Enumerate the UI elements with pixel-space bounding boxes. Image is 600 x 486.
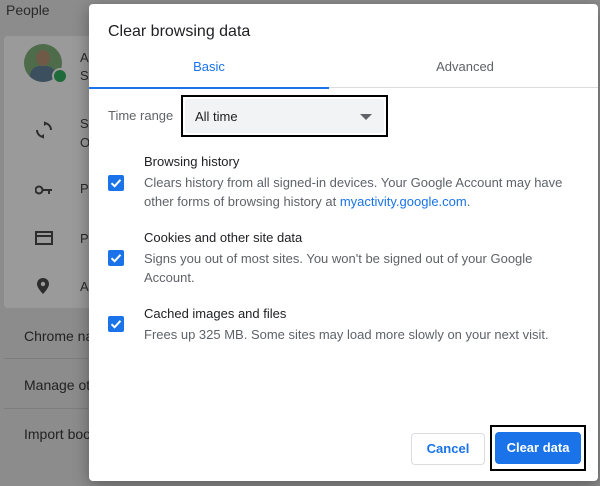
cookies-checkbox[interactable] <box>108 250 124 266</box>
browsing-history-description: Clears history from all signed-in device… <box>144 175 563 209</box>
payments-label-fragment: P <box>80 231 89 246</box>
browsing-history-title: Browsing history <box>144 154 240 169</box>
time-range-highlight: All time <box>181 95 388 137</box>
cancel-button[interactable]: Cancel <box>411 433 485 465</box>
cookies-title: Cookies and other site data <box>144 230 303 245</box>
myactivity-link[interactable]: myactivity.google.com <box>340 194 467 209</box>
manage-people-row: Manage oth <box>24 377 98 393</box>
cookies-description: Signs you out of most sites. You won't b… <box>144 251 533 285</box>
divider <box>4 358 88 359</box>
account-email-fragment: S <box>80 68 89 83</box>
sync-label-fragment: S <box>80 116 89 131</box>
cache-description: Frees up 325 MB. Some sites may load mor… <box>144 327 549 342</box>
credit-card-icon <box>35 231 53 250</box>
checkmark-icon <box>110 254 122 263</box>
import-bookmarks-row: Import boo <box>24 426 91 442</box>
dialog-title: Clear browsing data <box>108 23 251 40</box>
dropdown-arrow-icon <box>360 114 372 120</box>
tab-basic[interactable]: Basic <box>89 52 329 89</box>
time-range-value: All time <box>195 109 238 124</box>
chrome-name-row: Chrome na <box>24 328 94 344</box>
clear-data-button[interactable]: Clear data <box>495 432 581 464</box>
sync-badge-icon <box>52 68 68 84</box>
tab-advanced[interactable]: Advanced <box>345 52 585 88</box>
addresses-label-fragment: A <box>80 279 89 294</box>
clear-browsing-data-dialog: Clear browsing data Basic Advanced Time … <box>89 4 598 481</box>
checkmark-icon <box>110 179 122 188</box>
people-section-title: People <box>6 2 50 18</box>
time-range-select[interactable]: All time <box>185 99 384 133</box>
passwords-label-fragment: P <box>80 181 89 196</box>
cache-checkbox[interactable] <box>108 316 124 332</box>
browsing-history-checkbox[interactable] <box>108 175 124 191</box>
tab-bar: Basic Advanced <box>89 52 598 89</box>
checkmark-icon <box>110 320 122 329</box>
cache-title: Cached images and files <box>144 306 287 321</box>
account-name-fragment: A <box>80 50 89 65</box>
divider <box>4 408 88 409</box>
location-pin-icon <box>37 278 49 299</box>
key-icon <box>34 182 53 200</box>
time-range-label: Time range <box>108 108 174 123</box>
sync-icon <box>36 121 52 144</box>
clear-data-highlight: Clear data <box>490 425 586 471</box>
